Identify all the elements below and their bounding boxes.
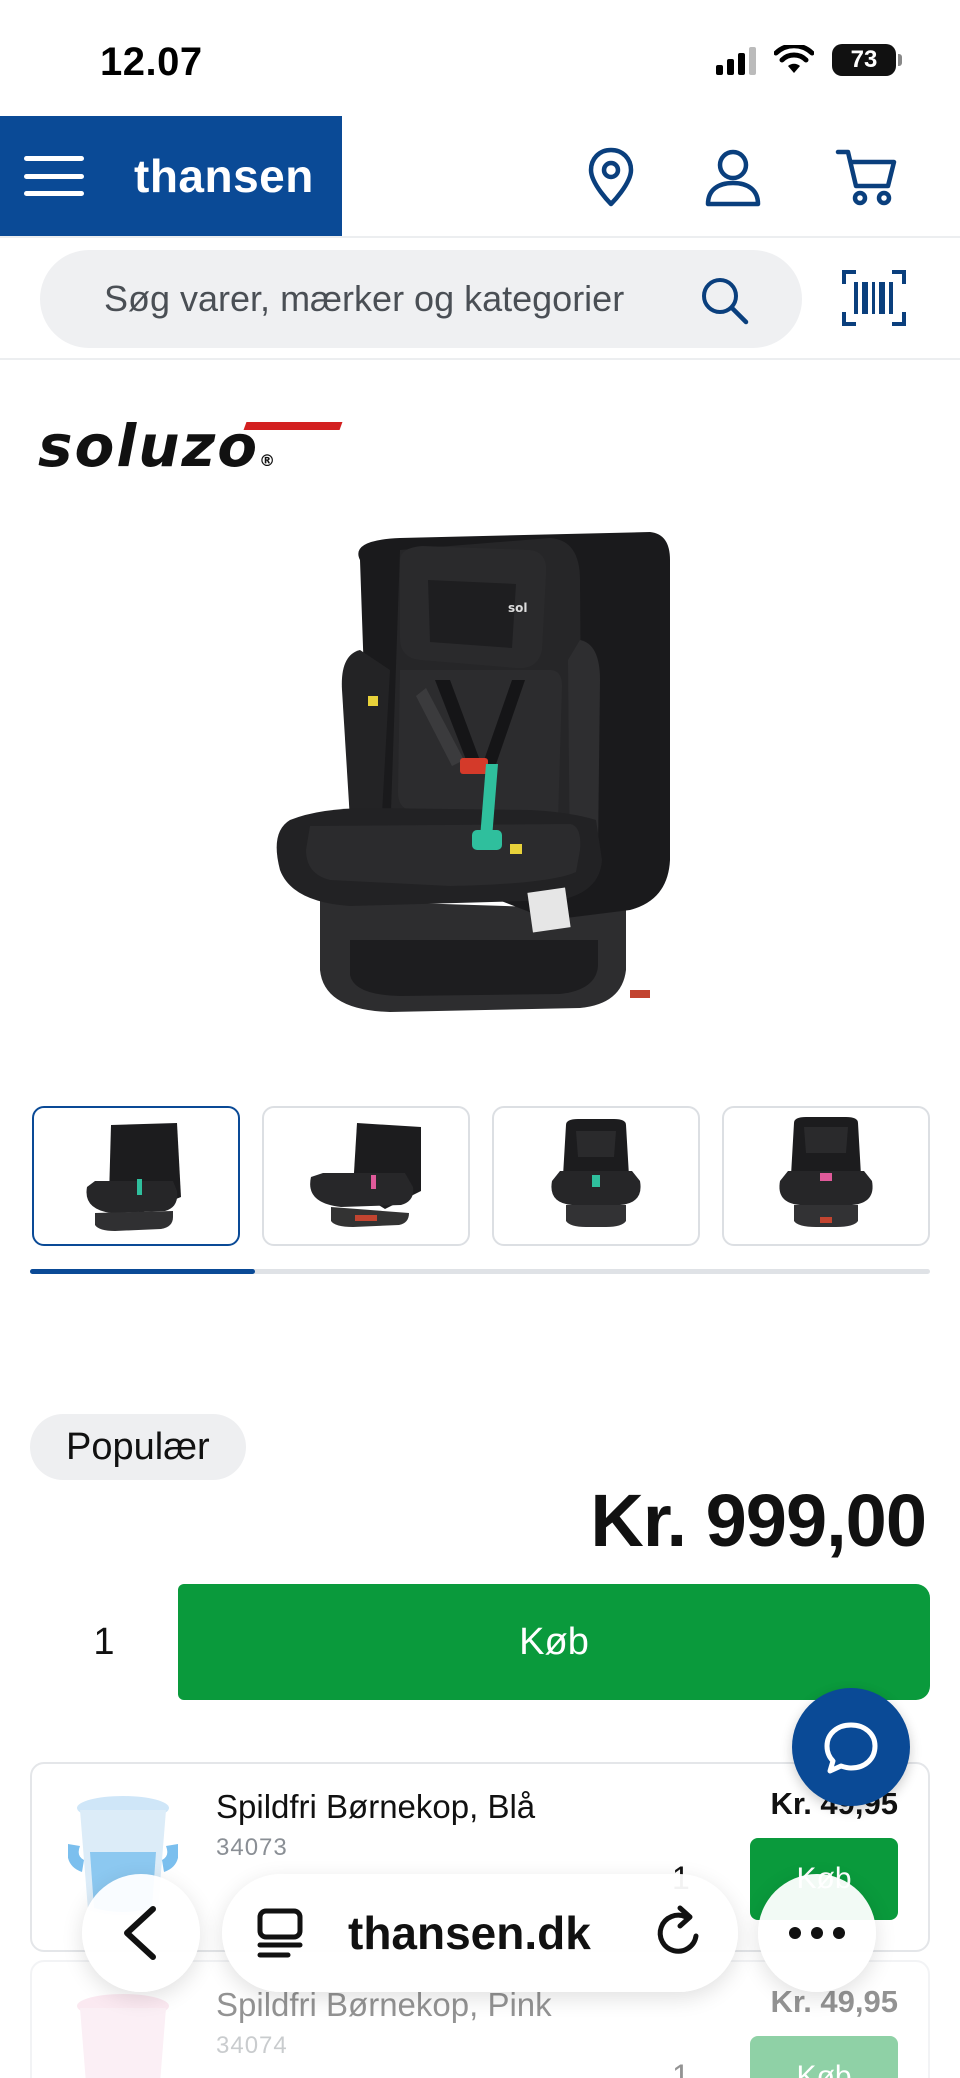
search-row: Søg varer, mærker og kategorier — [0, 240, 960, 360]
thumbnail-strip — [32, 1106, 930, 1246]
svg-text:sol: sol — [508, 601, 528, 615]
search-icon[interactable] — [698, 274, 750, 326]
related-item-name[interactable]: Spildfri Børnekop, Blå — [216, 1788, 535, 1826]
product-brand-logo: soluzo® — [38, 412, 343, 480]
chat-bubble-icon — [824, 1722, 878, 1774]
status-time: 12.07 — [100, 40, 203, 84]
product-brand-text: soluzo — [38, 412, 260, 480]
gallery-scroll-indicator — [30, 1269, 255, 1274]
brand-block: thansen — [0, 116, 342, 236]
brand-logo[interactable]: thansen — [134, 149, 314, 203]
related-item-sku: 34073 — [216, 1834, 288, 1861]
related-item-sku: 34074 — [216, 2032, 288, 2059]
status-bar: 12.07 73 — [0, 0, 960, 116]
site-header: thansen — [0, 116, 960, 238]
search-placeholder: Søg varer, mærker og kategorier — [104, 278, 625, 319]
popular-badge: Populær — [30, 1414, 246, 1480]
browser-address-bar[interactable]: thansen.dk — [222, 1874, 738, 1992]
thumbnail-car-seat-side-angle — [310, 1123, 421, 1227]
thumbnail-car-seat-front-reclined — [779, 1117, 873, 1227]
product-price: Kr. 999,00 — [590, 1479, 927, 1562]
related-item-buy-button[interactable]: Køb — [750, 2036, 898, 2078]
browser-toolbar: thansen.dk — [0, 1860, 960, 2010]
wifi-icon — [774, 45, 814, 73]
thumbnail-2[interactable] — [262, 1106, 470, 1246]
gallery-scroll-track — [30, 1269, 930, 1274]
thumbnail-4[interactable] — [722, 1106, 930, 1246]
back-icon — [124, 1906, 156, 1960]
thumbnail-car-seat-front — [551, 1119, 641, 1227]
thumbnail-3[interactable] — [492, 1106, 700, 1246]
product-image[interactable]: sol — [250, 520, 710, 1040]
browser-url[interactable]: thansen.dk — [348, 1906, 591, 1960]
status-icons: 73 — [716, 44, 902, 76]
browser-back-button[interactable] — [82, 1874, 200, 1992]
quantity-input[interactable]: 1 — [30, 1584, 178, 1700]
battery-level: 73 — [850, 46, 878, 73]
battery-icon: 73 — [832, 44, 902, 76]
reload-icon[interactable] — [650, 1904, 708, 1962]
brand-logo-accent — [243, 422, 343, 430]
buy-button[interactable]: Køb — [178, 1584, 930, 1700]
related-item-quantity[interactable]: 1 — [672, 2058, 690, 2078]
cart-icon[interactable] — [834, 144, 900, 210]
more-icon — [789, 1927, 801, 1939]
location-pin-icon[interactable] — [578, 144, 644, 210]
menu-icon[interactable] — [24, 156, 84, 196]
barcode-scanner-icon[interactable] — [842, 270, 906, 326]
cellular-signal-icon — [716, 45, 756, 75]
thumbnail-car-seat-front-angle — [86, 1123, 181, 1231]
chat-button[interactable] — [792, 1688, 910, 1806]
user-icon[interactable] — [700, 144, 766, 210]
thumbnail-1[interactable] — [32, 1106, 240, 1246]
reader-icon[interactable] — [254, 1905, 310, 1961]
search-input[interactable]: Søg varer, mærker og kategorier — [40, 250, 802, 348]
browser-more-button[interactable] — [758, 1874, 876, 1992]
